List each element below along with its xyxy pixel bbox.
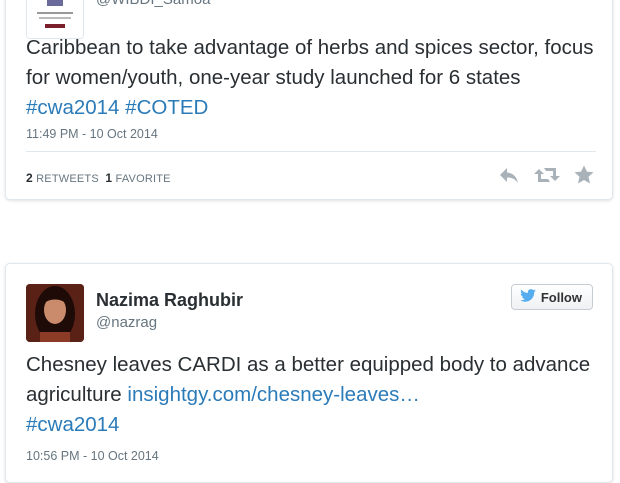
tweet-actions (498, 165, 594, 184)
divider (26, 151, 596, 152)
tweet-card-nazrag: Nazima Raghubir @nazrag Follow Chesney l… (5, 263, 613, 483)
follow-button[interactable]: Follow (510, 284, 593, 310)
tweet-timestamp[interactable]: 11:49 PM - 10 Oct 2014 (26, 127, 158, 141)
favorite-icon[interactable] (574, 165, 594, 184)
tweet-text-body: Caribbean to take advantage of herbs and… (26, 36, 594, 89)
hashtag-link[interactable]: #cwa2014 (26, 96, 119, 119)
hashtag-link[interactable]: #cwa2014 (26, 413, 119, 436)
follow-label: Follow (540, 289, 582, 305)
hashtag-link[interactable]: #COTED (125, 96, 208, 119)
avatar-nazrag[interactable] (26, 284, 84, 342)
retweet-icon[interactable] (534, 166, 560, 184)
display-name[interactable]: Nazima Raghubir (96, 290, 243, 311)
tweet-timestamp[interactable]: 10:56 PM - 10 Oct 2014 (26, 449, 159, 463)
favorite-count[interactable]: 1 (105, 171, 112, 185)
retweet-count[interactable]: 2 (26, 171, 33, 185)
tweet-text: Chesney leaves CARDI as a better equippe… (26, 350, 601, 440)
url-link[interactable]: insightgy.com/chesney-leaves… (127, 383, 419, 406)
favorite-label[interactable]: FAVORITE (116, 173, 171, 185)
reply-icon[interactable] (498, 166, 520, 184)
user-handle[interactable]: @WIBDI_Samoa (96, 0, 210, 8)
bird-icon (520, 289, 536, 305)
retweet-label[interactable]: RETWEETS (36, 173, 99, 185)
user-handle[interactable]: @nazrag (96, 314, 157, 331)
tweet-text: Caribbean to take advantage of herbs and… (26, 33, 601, 123)
tweet-card-wibdi: @WIBDI_Samoa Caribbean to take advantage… (5, 0, 613, 200)
tweet-stats: 2 RETWEETS 1 FAVORITE (26, 171, 171, 185)
